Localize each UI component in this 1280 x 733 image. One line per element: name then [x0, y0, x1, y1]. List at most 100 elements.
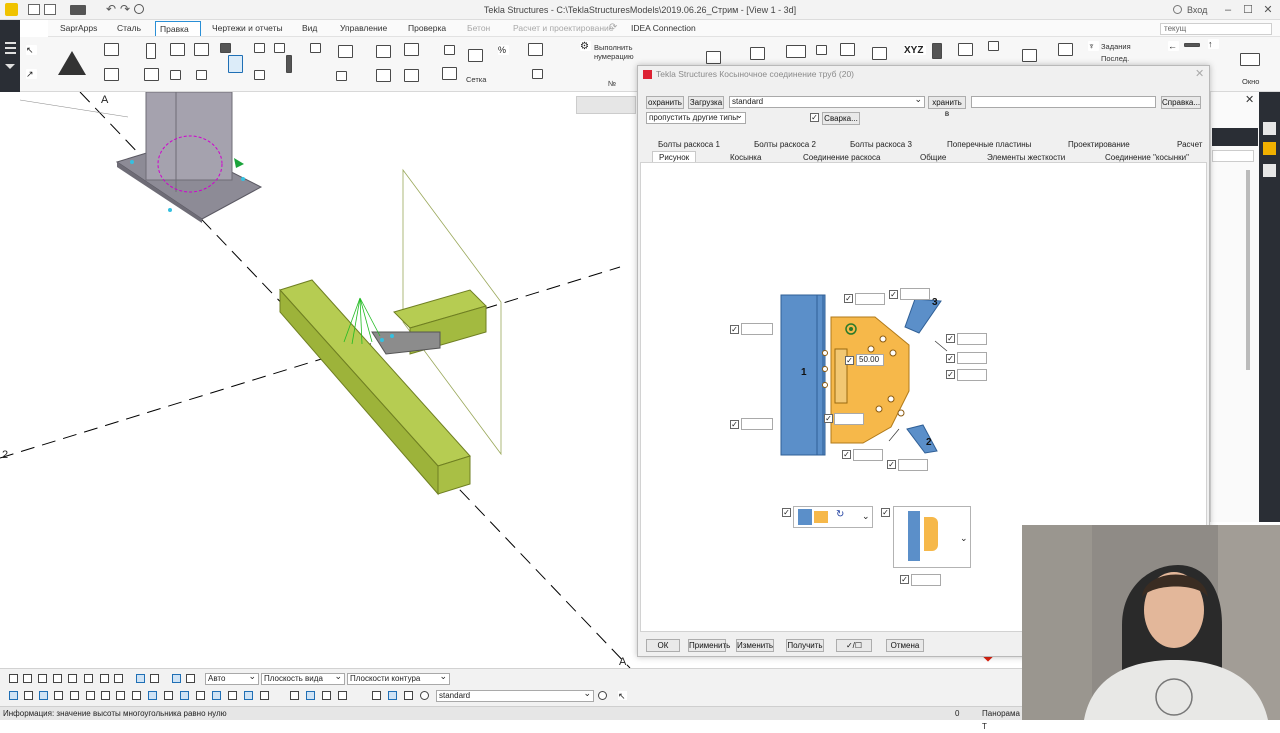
- connection-icon[interactable]: [170, 70, 181, 80]
- select-tool-icon[interactable]: [24, 691, 33, 700]
- cancel-button[interactable]: Отмена: [886, 639, 924, 652]
- param-checkbox[interactable]: ✓: [946, 334, 955, 343]
- tab-analysis[interactable]: Расчет и проектирование: [509, 21, 618, 36]
- param-checkbox[interactable]: ✓: [730, 420, 739, 429]
- param-checkbox[interactable]: ✓: [887, 460, 896, 469]
- side-menu-strip[interactable]: [0, 20, 20, 92]
- select-tool-icon[interactable]: [116, 691, 125, 700]
- refresh-icon[interactable]: ⟳: [609, 22, 617, 33]
- tab-braces-bolts-1[interactable]: Болты раскоса 1: [658, 140, 720, 149]
- maximize-window-icon[interactable]: ☐: [1240, 2, 1256, 18]
- param-field[interactable]: [898, 459, 928, 471]
- preset-select[interactable]: standard: [729, 94, 925, 108]
- arrow-left-icon[interactable]: ←: [1168, 41, 1179, 51]
- select-tool-icon[interactable]: [338, 691, 347, 700]
- tab-design[interactable]: Проектирование: [1068, 140, 1130, 149]
- panel-search-input[interactable]: [1212, 150, 1254, 162]
- tab-cross-plates[interactable]: Поперечные пластины: [947, 140, 1031, 149]
- array-icon[interactable]: [444, 45, 455, 55]
- move-icon[interactable]: [376, 45, 391, 58]
- tab-edit[interactable]: Правка: [155, 21, 201, 36]
- zoom-icon[interactable]: [420, 691, 429, 700]
- weld-checkbox[interactable]: ✓: [810, 113, 819, 122]
- grid-icon[interactable]: [468, 49, 483, 62]
- clip-icon[interactable]: [872, 47, 887, 60]
- numbering-icon[interactable]: ⚙: [580, 41, 591, 52]
- plate-icon[interactable]: [104, 68, 119, 81]
- workplane-icon[interactable]: [840, 43, 855, 56]
- tab-brace-connection[interactable]: Соединение раскоса: [803, 153, 880, 162]
- param-field[interactable]: [834, 413, 864, 425]
- quick-search-input[interactable]: текущ: [1160, 23, 1272, 35]
- window-icon[interactable]: [1240, 53, 1260, 66]
- option-checkbox[interactable]: ✓: [782, 508, 791, 517]
- param-field[interactable]: [853, 449, 883, 461]
- select-tool-icon[interactable]: [388, 691, 397, 700]
- copy-icon[interactable]: [376, 69, 391, 82]
- tasks-label[interactable]: Задания: [1101, 42, 1131, 51]
- save-as-input[interactable]: [971, 96, 1156, 108]
- select-tool-icon[interactable]: [148, 691, 157, 700]
- select-tool-icon[interactable]: [260, 691, 269, 700]
- measure-icon[interactable]: [338, 45, 353, 58]
- tag-icon[interactable]: [1263, 164, 1276, 177]
- close-window-icon[interactable]: ✕: [1260, 2, 1276, 18]
- param-field[interactable]: [741, 323, 773, 335]
- select-tool-icon[interactable]: [86, 691, 95, 700]
- param-field[interactable]: [957, 369, 987, 381]
- contour-plane-select[interactable]: Плоскости контура: [347, 671, 450, 685]
- select-tool-icon[interactable]: [196, 691, 205, 700]
- dimension-value-field[interactable]: 50.00: [856, 354, 884, 366]
- tab-general[interactable]: Общие: [920, 153, 946, 162]
- cone-icon[interactable]: [228, 55, 243, 73]
- load-button[interactable]: Загрузка: [688, 96, 724, 109]
- ok-button[interactable]: ОК: [646, 639, 680, 652]
- tab-management[interactable]: Управление: [336, 21, 391, 36]
- tab-gusset-connection[interactable]: Соединение "косынки": [1105, 153, 1189, 162]
- select-tool-icon[interactable]: [290, 691, 299, 700]
- fitting-icon[interactable]: [196, 70, 207, 80]
- snap-icon[interactable]: [100, 674, 109, 683]
- param-field[interactable]: [741, 418, 773, 430]
- documents-icon[interactable]: [706, 51, 721, 64]
- param-checkbox[interactable]: ✓: [842, 450, 851, 459]
- list-icon[interactable]: [532, 69, 543, 79]
- modify-button[interactable]: Изменить: [736, 639, 774, 652]
- tab-gusset[interactable]: Косынка: [730, 153, 761, 162]
- polybeam-icon[interactable]: [220, 43, 231, 53]
- pipe-icon[interactable]: [286, 55, 292, 73]
- snap-icon[interactable]: [150, 674, 159, 683]
- tab-braces-bolts-3[interactable]: Болты раскоса 3: [850, 140, 912, 149]
- minimize-window-icon[interactable]: –: [1220, 2, 1236, 18]
- select-tool-icon[interactable]: [39, 691, 48, 700]
- split-icon[interactable]: [254, 70, 265, 80]
- param-checkbox[interactable]: ✓: [845, 356, 854, 365]
- get-button[interactable]: Получить: [786, 639, 824, 652]
- dialog-close-icon[interactable]: ✕: [1195, 67, 1204, 80]
- toggle-all-button[interactable]: ✓/☐: [836, 639, 872, 652]
- snap-icon[interactable]: [23, 674, 32, 683]
- tab-analysis[interactable]: Расчет: [1177, 140, 1202, 149]
- select-tool-icon[interactable]: [244, 691, 253, 700]
- weld-button[interactable]: Сварка...: [822, 112, 860, 125]
- arrow-up-icon[interactable]: ↑: [1208, 39, 1219, 49]
- select-tool-icon[interactable]: [306, 691, 315, 700]
- tab-steel[interactable]: Сталь: [113, 21, 145, 36]
- layout-icon[interactable]: [958, 43, 973, 56]
- bolt-icon[interactable]: [310, 43, 321, 53]
- cylinder-icon[interactable]: [932, 43, 942, 59]
- triangle-icon[interactable]: [58, 51, 86, 75]
- bar-icon[interactable]: [1184, 43, 1200, 47]
- pick-icon[interactable]: ↖: [618, 691, 627, 701]
- tab-view[interactable]: Вид: [298, 21, 321, 36]
- param-field[interactable]: [957, 352, 987, 364]
- snap-icon[interactable]: [172, 674, 181, 683]
- model-view-3d[interactable]: A A 2: [0, 91, 638, 669]
- tab-saprapps[interactable]: SaprApps: [56, 21, 101, 36]
- tab-idea[interactable]: IDEA Connection: [627, 21, 700, 36]
- skip-types-select[interactable]: пропустить другие типы: [646, 110, 746, 124]
- select-tool-icon[interactable]: [54, 691, 63, 700]
- gusset-shape-picker[interactable]: ↻ ⌄: [793, 506, 873, 528]
- select-option-icon[interactable]: ↗: [26, 69, 37, 79]
- xyz-icon[interactable]: XYZ: [904, 45, 926, 56]
